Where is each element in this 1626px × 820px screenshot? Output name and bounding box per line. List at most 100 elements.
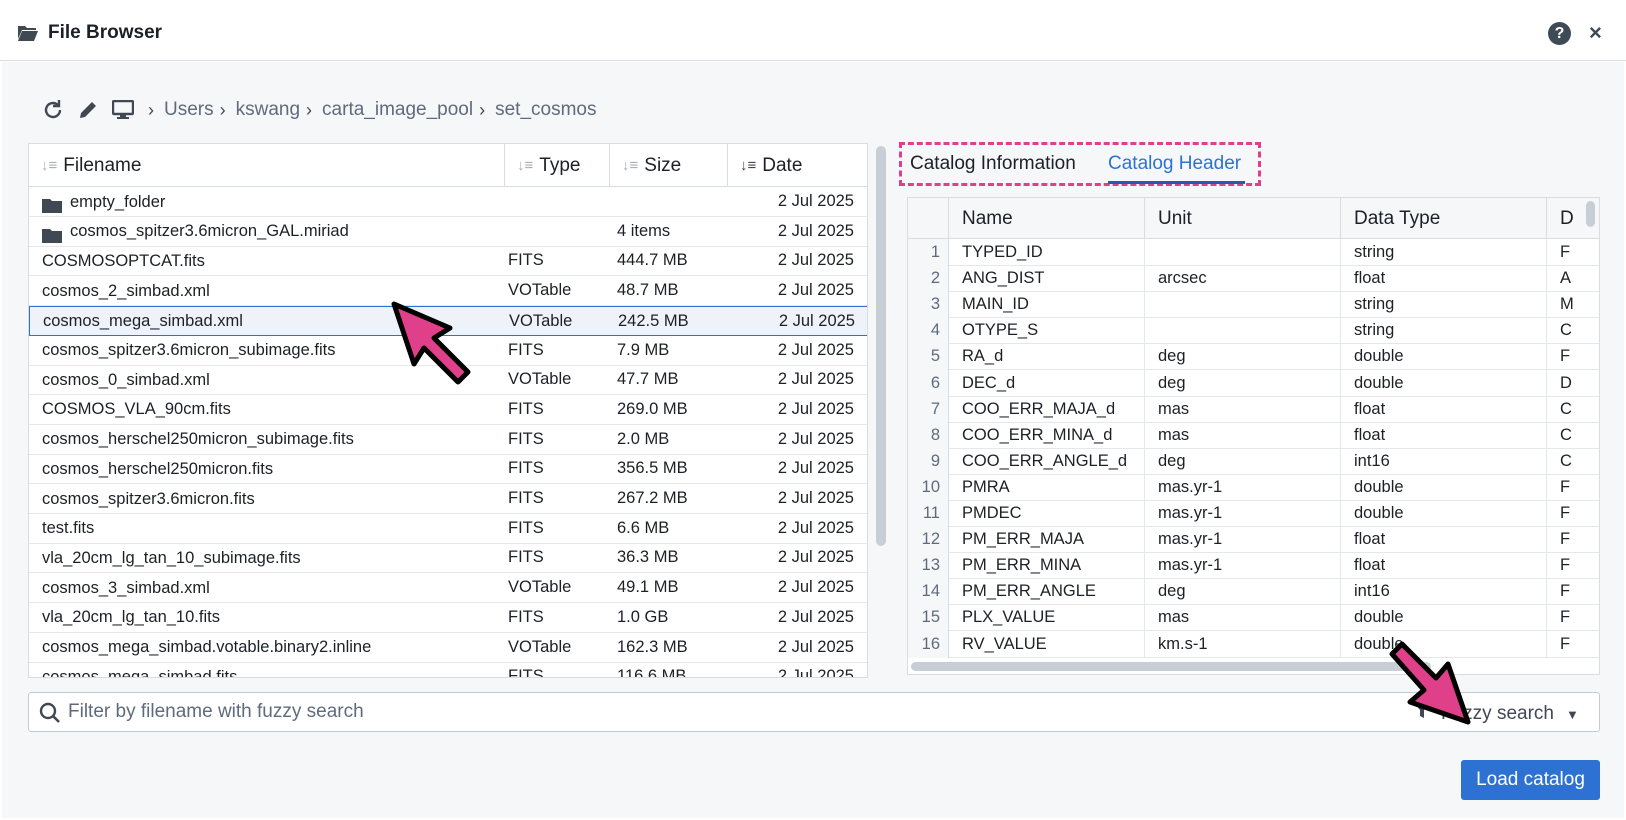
file-size-text: 48.7 MB [617, 281, 679, 300]
file-size-cell: 48.7 MB [617, 276, 727, 306]
file-type-cell: VOTable [509, 307, 609, 337]
file-name-cell: cosmos_herschel250micron_subimage.fits [42, 425, 512, 455]
header-name-cell: TYPED_ID [949, 239, 1145, 266]
header-row[interactable]: 8 COO_ERR_MINA_d mas float C [908, 421, 1599, 449]
header-dtype-cell: int16 [1341, 447, 1547, 475]
header-unit-cell: deg [1145, 369, 1341, 397]
header-name-cell: PM_ERR_ANGLE [949, 578, 1145, 606]
file-row[interactable]: cosmos_herschel250micron.fits FITS 356.5 M… [29, 454, 867, 485]
file-date-cell: 2 Jul 2025 [731, 662, 854, 677]
file-row[interactable]: cosmos_mega_simbad.votable.binary2.inlin… [29, 633, 867, 663]
header-row[interactable]: 4 OTYPE_S string C [908, 317, 1599, 345]
header-desc-cell: F [1547, 500, 1599, 527]
header-row[interactable]: 3 MAIN_ID string M [908, 291, 1599, 319]
file-name-text: cosmos_mega_simbad.fits [42, 667, 238, 678]
load-catalog-button[interactable]: Load catalog [1461, 760, 1600, 800]
file-date-cell: 2 Jul 2025 [732, 307, 855, 337]
column-size[interactable]: ↓≡ Size [610, 144, 728, 187]
question-circle-icon[interactable]: ? [1548, 22, 1571, 45]
row-index: 4 [908, 317, 949, 345]
close-icon[interactable]: × [1589, 20, 1602, 46]
row-index: 2 [908, 265, 949, 293]
header-row[interactable]: 1 TYPED_ID string F [908, 239, 1599, 266]
header-unit-cell: km.s-1 [1145, 630, 1341, 658]
file-size-text: 267.2 MB [617, 489, 688, 507]
header-row[interactable]: 11 PMDEC mas.yr-1 double F [908, 500, 1599, 527]
file-row[interactable]: empty_folder 2 Jul 2025 [29, 187, 867, 217]
file-size-cell: 242.5 MB [618, 307, 728, 337]
header-row[interactable]: 15 PLX_VALUE mas double F [908, 604, 1599, 632]
column-filename[interactable]: ↓≡ Filename [29, 144, 505, 187]
file-date-text: 2 Jul 2025 [777, 370, 854, 389]
file-row[interactable]: cosmos_3_simbad.xml VOTable 49.1 MB 2 Jul 2… [29, 573, 867, 604]
file-date-text: 2 Jul 2025 [777, 429, 854, 448]
folder-icon [42, 194, 64, 213]
file-row[interactable]: cosmos_mega_simbad.fits FITS 116.6 MB 2 Jul… [29, 662, 867, 678]
file-row[interactable]: cosmos_spitzer3.6micron.fits FITS 267.2 MB… [29, 484, 867, 514]
header-table-vscrollbar[interactable] [1586, 201, 1595, 227]
chevron-right-icon: › [479, 99, 486, 120]
refresh-icon[interactable] [42, 99, 64, 121]
file-date-text: 2 Jul 2025 [777, 281, 854, 300]
row-index: 12 [908, 526, 949, 554]
header-unit-cell: mas [1145, 395, 1341, 423]
header-row[interactable]: 7 COO_ERR_MAJA_d mas float C [908, 395, 1599, 423]
file-row[interactable]: vla_20cm_lg_tan_10.fits FITS 1.0 GB 2 Jul 2… [29, 603, 867, 633]
file-date-cell: 2 Jul 2025 [731, 395, 854, 425]
file-type-cell: VOTable [508, 365, 608, 395]
column-data-type[interactable]: Data Type [1341, 198, 1547, 239]
header-dtype-cell: int16 [1341, 578, 1547, 606]
header-desc-cell: F [1547, 604, 1599, 631]
file-row[interactable]: test.fits FITS 6.6 MB 2 Jul 2025 [29, 514, 867, 544]
desktop-icon[interactable] [112, 100, 134, 120]
header-row[interactable]: 16 RV_VALUE km.s-1 double F [908, 630, 1599, 658]
header-row[interactable]: 2 ANG_DIST arcsec float A [908, 265, 1599, 293]
header-unit-cell [1145, 291, 1341, 319]
file-size-cell: 36.3 MB [617, 543, 727, 573]
column-name[interactable]: Name [949, 198, 1145, 239]
header-desc-cell: F [1547, 526, 1599, 553]
file-name-text: cosmos_herschel250micron_subimage.fits [42, 430, 354, 449]
file-type-text: VOTable [508, 578, 572, 597]
file-row[interactable]: COSMOS_VLA_90cm.fits FITS 269.0 MB 2 Jul 20… [29, 395, 867, 425]
tab-catalog-information[interactable]: Catalog Information [910, 153, 1076, 175]
column-type[interactable]: ↓≡ Type [505, 144, 610, 187]
header-row[interactable]: 14 PM_ERR_ANGLE deg int16 F [908, 578, 1599, 606]
header-unit-cell: deg [1145, 343, 1341, 371]
search-icon [39, 702, 61, 729]
file-row[interactable]: cosmos_herschel250micron_subimage.fits FI… [29, 425, 867, 455]
catalog-header-table: Name Unit Data Type D 1 TYPED_ID string F 2 A… [907, 197, 1600, 675]
header-row[interactable]: 9 COO_ERR_ANGLE_d deg int16 C [908, 447, 1599, 475]
file-size-cell [617, 187, 727, 217]
row-index: 1 [908, 239, 949, 266]
file-row[interactable]: COSMOSOPTCAT.fits FITS 444.7 MB 2 Jul 2025 [29, 246, 867, 277]
header-name-cell: COO_ERR_ANGLE_d [949, 447, 1145, 475]
search-input[interactable] [68, 693, 1328, 731]
header-row[interactable]: 5 RA_d deg double F [908, 343, 1599, 371]
header-row[interactable]: 10 PMRA mas.yr-1 double F [908, 473, 1599, 501]
file-row[interactable]: cosmos_spitzer3.6micron_GAL.miriad 4 item… [29, 217, 867, 247]
breadcrumb-kswang[interactable]: kswang [236, 99, 300, 121]
file-row[interactable]: vla_20cm_lg_tan_10_subimage.fits FITS 36.3… [29, 543, 867, 574]
file-name-cell: cosmos_3_simbad.xml [42, 573, 512, 603]
file-date-text: 2 Jul 2025 [777, 251, 854, 270]
tab-catalog-header[interactable]: Catalog Header [1108, 153, 1241, 175]
header-desc-cell: F [1547, 578, 1599, 605]
file-date-text: 2 Jul 2025 [777, 459, 854, 478]
breadcrumb-set-cosmos[interactable]: set_cosmos [495, 99, 596, 121]
sort-desc-icon: ↓≡ [740, 157, 757, 174]
header-dtype-cell: double [1341, 343, 1547, 371]
header-row[interactable]: 13 PM_ERR_MINA mas.yr-1 float F [908, 552, 1599, 580]
file-date-text: 2 Jul 2025 [777, 489, 854, 507]
breadcrumb-users[interactable]: Users [164, 99, 214, 121]
header-row[interactable]: 12 PM_ERR_MAJA mas.yr-1 float F [908, 526, 1599, 554]
header-dtype-cell: string [1341, 317, 1547, 345]
header-row[interactable]: 6 DEC_d deg double D [908, 369, 1599, 397]
edit-icon[interactable] [78, 100, 98, 120]
header-unit-cell: arcsec [1145, 265, 1341, 293]
file-table-scrollbar[interactable] [876, 146, 886, 546]
header-table-hscrollbar[interactable] [911, 662, 1431, 671]
column-unit[interactable]: Unit [1145, 198, 1341, 239]
column-date[interactable]: ↓≡ Date [728, 144, 867, 187]
breadcrumb-carta-image-pool[interactable]: carta_image_pool [322, 99, 473, 121]
